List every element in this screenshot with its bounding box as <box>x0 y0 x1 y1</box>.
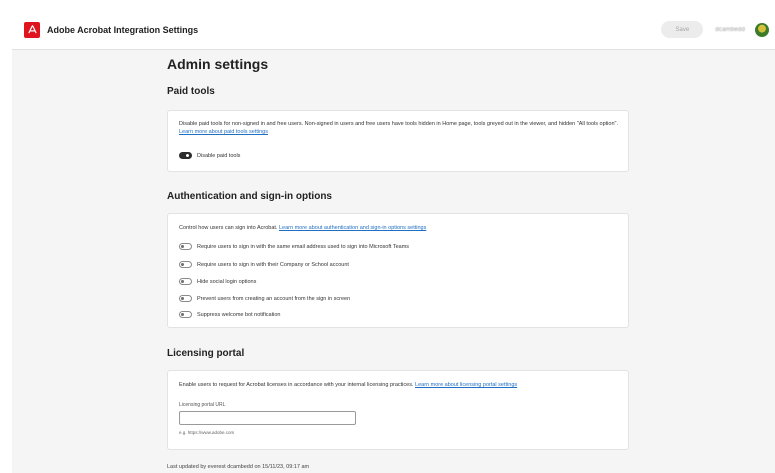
auth-option-label: Suppress welcome bot notification <box>197 311 281 318</box>
paid-tools-toggle-row[interactable]: Disable paid tools <box>179 152 240 159</box>
auth-option-label: Require users to sign in with their Comp… <box>197 261 349 268</box>
avatar[interactable] <box>755 22 769 37</box>
paid-tools-card: Disable paid tools for non-signed in and… <box>167 110 629 172</box>
toggle-knob <box>181 245 184 248</box>
licensing-learn-more-link[interactable]: Learn more about licensing portal settin… <box>415 382 517 388</box>
paid-tools-description: Disable paid tools for non-signed in and… <box>179 121 618 135</box>
auth-option-row[interactable]: Require users to sign in with their Comp… <box>179 261 349 268</box>
acrobat-logo-icon <box>24 21 40 38</box>
toggle-knob <box>181 263 184 266</box>
teams-email-toggle[interactable] <box>179 243 192 250</box>
auth-option-label: Hide social login options <box>197 278 257 285</box>
toggle-knob <box>181 313 184 316</box>
paid-tools-title: Paid tools <box>167 86 215 97</box>
licensing-title: Licensing portal <box>167 348 245 359</box>
auth-title: Authentication and sign-in options <box>167 191 332 202</box>
auth-option-row[interactable]: Prevent users from creating an account f… <box>179 295 350 302</box>
licensing-description: Enable users to request for Acrobat lice… <box>179 382 518 388</box>
auth-description: Control how users can sign into Acrobat.… <box>179 225 427 231</box>
auth-option-row[interactable]: Suppress welcome bot notification <box>179 311 280 318</box>
disable-paid-tools-toggle[interactable] <box>179 152 192 159</box>
licensing-url-label: Licensing portal URL <box>179 402 226 408</box>
last-updated-note: Last updated by everest dcambedd on 15/1… <box>167 464 310 470</box>
auth-card: Control how users can sign into Acrobat.… <box>167 213 629 328</box>
page-title: Admin settings <box>167 56 269 72</box>
suppress-welcome-bot-toggle[interactable] <box>179 311 192 318</box>
username: dcambedd <box>715 26 745 33</box>
auth-option-row[interactable]: Require users to sign in with the same e… <box>179 243 409 250</box>
settings-canvas: Admin settings Paid tools Disable paid t… <box>12 50 775 473</box>
auth-option-row[interactable]: Hide social login options <box>179 278 256 285</box>
licensing-url-input[interactable] <box>179 411 356 425</box>
toggle-knob <box>181 280 184 283</box>
toggle-knob <box>181 297 184 300</box>
disable-paid-tools-label: Disable paid tools <box>197 152 241 159</box>
hide-social-login-toggle[interactable] <box>179 278 192 285</box>
app-title: Adobe Acrobat Integration Settings <box>47 24 199 35</box>
licensing-card: Enable users to request for Acrobat lice… <box>167 370 629 450</box>
save-button[interactable]: Save <box>661 21 704 38</box>
app-header: Adobe Acrobat Integration Settings Save … <box>12 10 775 50</box>
company-account-toggle[interactable] <box>179 261 192 268</box>
licensing-url-hint: e.g. https://www.adobe.com <box>179 430 235 435</box>
toggle-knob <box>186 154 189 157</box>
paid-tools-learn-more-link[interactable]: Learn more about paid tools settings <box>179 129 268 135</box>
auth-option-label: Prevent users from creating an account f… <box>197 295 351 302</box>
auth-learn-more-link[interactable]: Learn more about authentication and sign… <box>279 225 426 231</box>
auth-option-label: Require users to sign in with the same e… <box>197 243 410 250</box>
prevent-account-creation-toggle[interactable] <box>179 295 192 302</box>
